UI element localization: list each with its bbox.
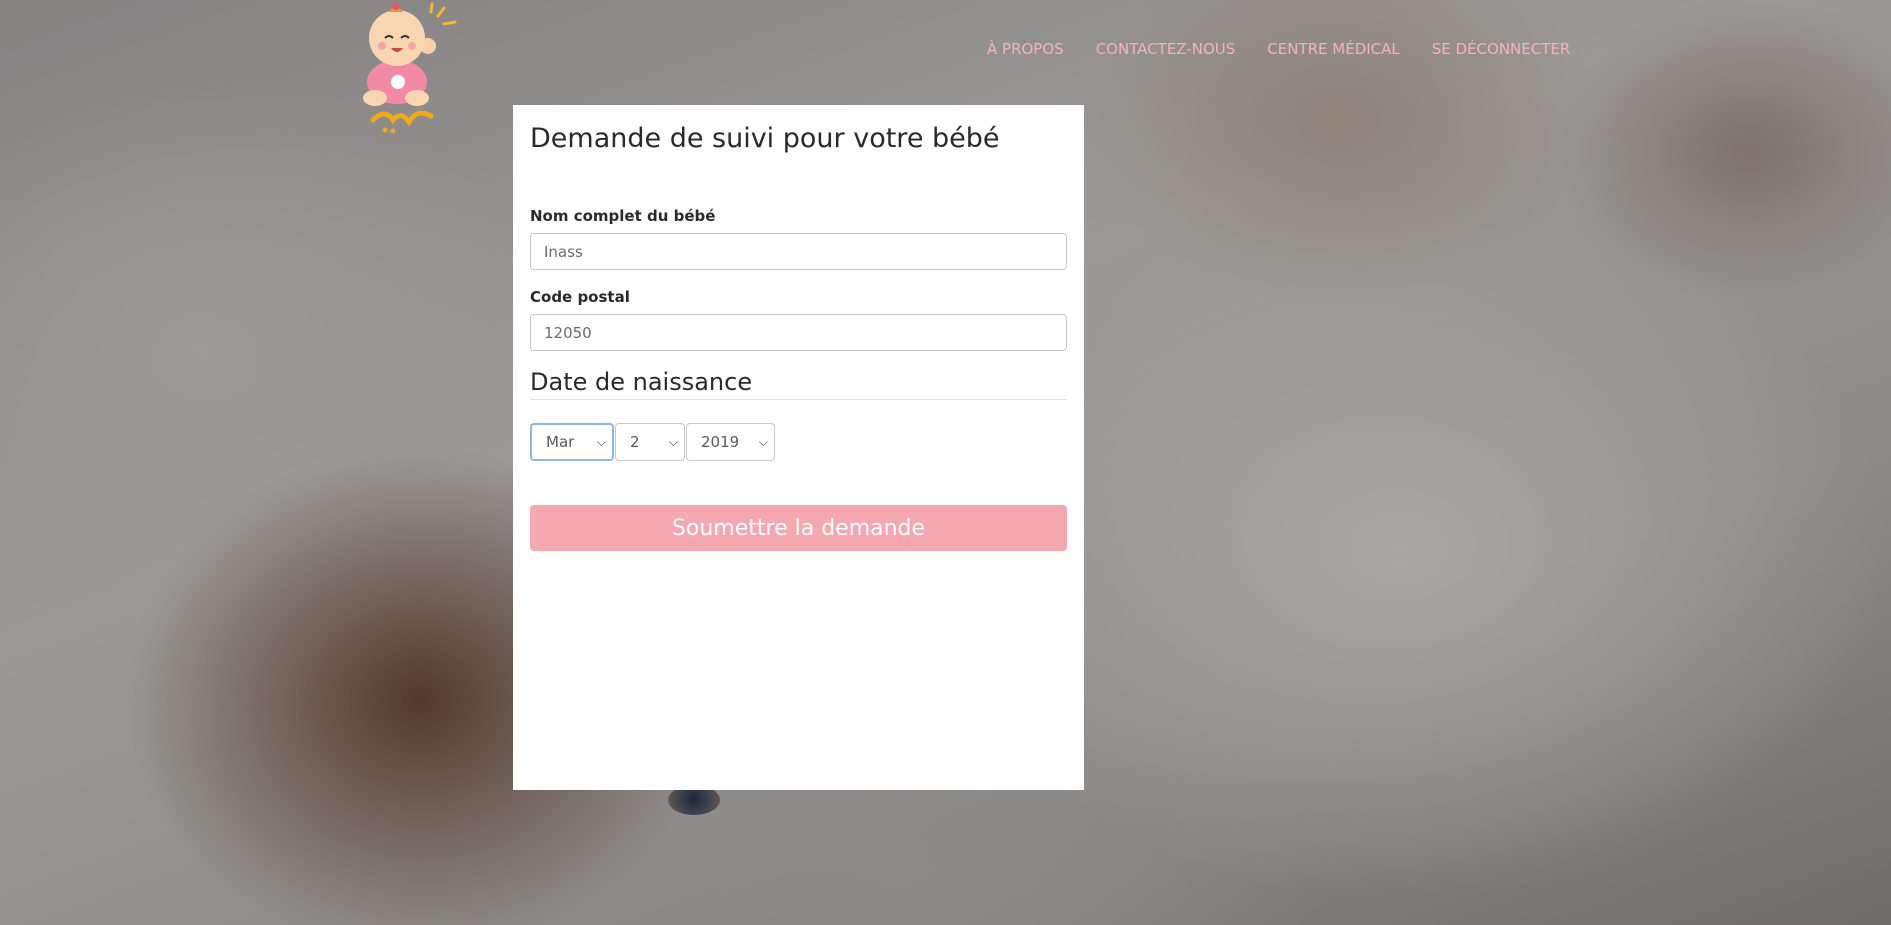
nav-link-a-propos[interactable]: À PROPOS xyxy=(987,40,1064,58)
postal-code-label: Code postal xyxy=(530,288,630,306)
dob-heading: Date de naissance xyxy=(530,368,753,396)
day-value: 2 xyxy=(630,433,640,451)
chevron-down-icon: ⌵ xyxy=(668,434,678,449)
chevron-down-icon: ⌵ xyxy=(596,434,606,449)
month-select[interactable]: Mar ⌵ xyxy=(530,423,614,461)
request-form-card: Demande de suivi pour votre bébé Nom com… xyxy=(513,105,1084,790)
chevron-down-icon: ⌵ xyxy=(758,434,768,449)
postal-code-input[interactable]: 12050 xyxy=(530,314,1067,351)
month-value: Mar xyxy=(546,433,575,451)
top-nav: À PROPOS CONTACTEZ-NOUS CENTRE MÉDICAL S… xyxy=(987,40,1570,58)
site-logo[interactable] xyxy=(345,0,465,135)
submit-request-button[interactable]: Soumettre la demande xyxy=(530,505,1067,551)
nav-link-contactez-nous[interactable]: CONTACTEZ-NOUS xyxy=(1096,40,1236,58)
baby-name-input[interactable]: Inass xyxy=(530,233,1067,270)
postal-code-value: 12050 xyxy=(544,323,592,342)
nav-link-centre-medical[interactable]: CENTRE MÉDICAL xyxy=(1267,40,1400,58)
baby-logo-icon xyxy=(363,2,457,134)
baby-name-label: Nom complet du bébé xyxy=(530,207,716,225)
year-select[interactable]: 2019 ⌵ xyxy=(686,423,775,461)
baby-name-value: Inass xyxy=(544,242,583,261)
year-value: 2019 xyxy=(701,433,740,451)
nav-link-se-deconnecter[interactable]: SE DÉCONNECTER xyxy=(1432,40,1571,58)
day-select[interactable]: 2 ⌵ xyxy=(615,423,685,461)
form-title: Demande de suivi pour votre bébé xyxy=(530,123,1000,154)
dob-divider xyxy=(530,399,1067,400)
